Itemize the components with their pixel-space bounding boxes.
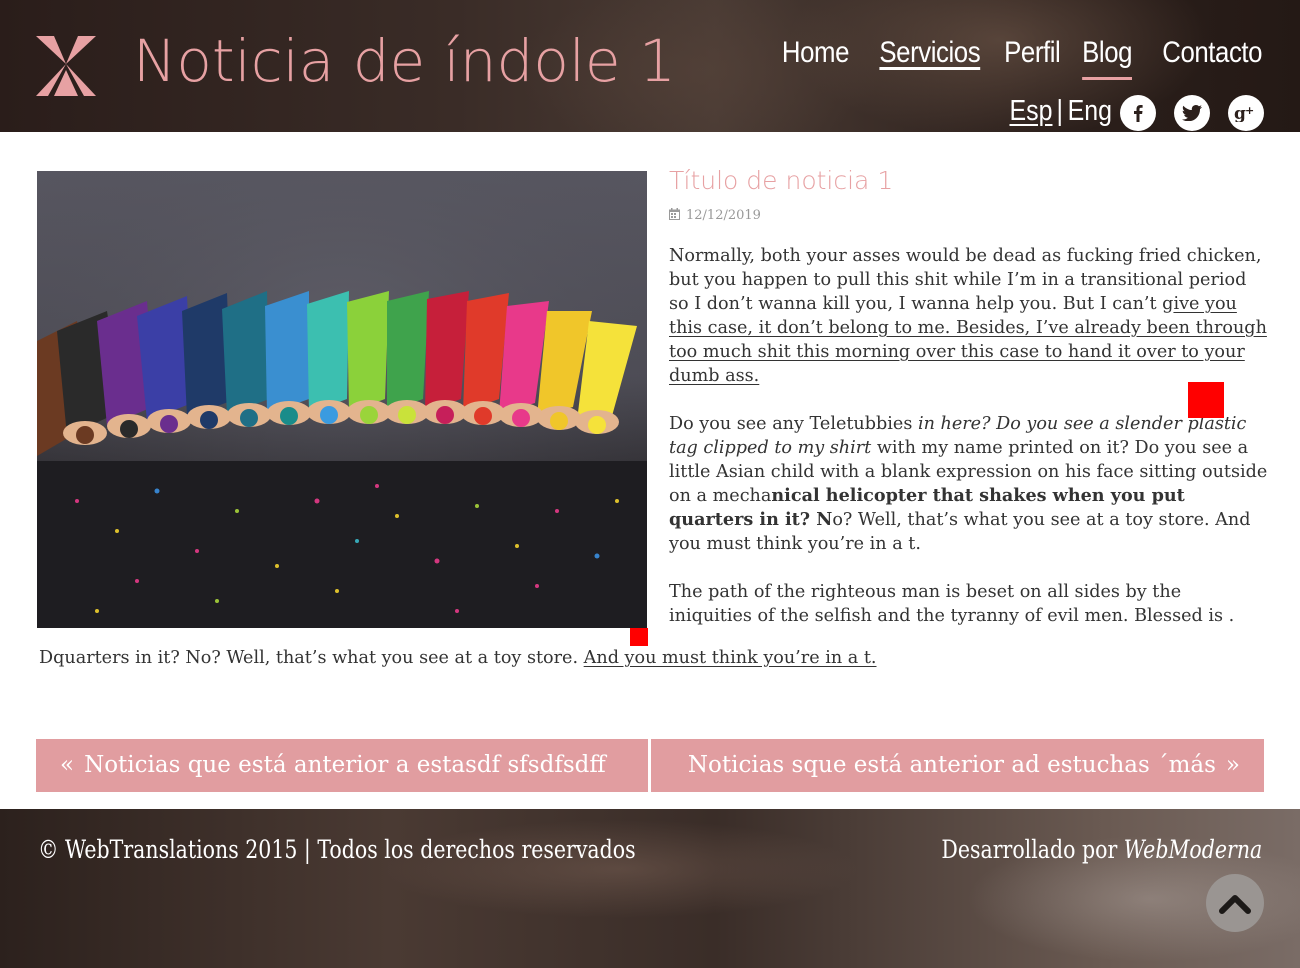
logo-icon[interactable] — [36, 36, 96, 96]
scroll-to-top-button[interactable] — [1206, 874, 1264, 932]
article-date-text: 12/12/2019 — [686, 208, 761, 223]
lang-separator: | — [1056, 95, 1064, 127]
article-tail-text: Dquarters in it? No? Well, that’s what y… — [39, 648, 584, 668]
paragraph-1: Normally, both your asses would be dead … — [669, 244, 1269, 388]
calendar-icon — [669, 208, 680, 220]
developed-by-text: Desarrollado por — [941, 835, 1124, 864]
article-image — [37, 171, 647, 628]
prev-post-label: Noticias que está anterior a estasdf sfs… — [84, 752, 606, 778]
svg-text:+: + — [1245, 104, 1254, 117]
nav-contacto[interactable]: Contacto — [1162, 32, 1262, 74]
nav-perfil[interactable]: Perfil — [1004, 32, 1061, 74]
paragraph-3: The path of the righteous man is beset o… — [669, 582, 1235, 626]
nav-servicios[interactable]: Servicios — [880, 32, 981, 74]
developer-link[interactable]: WebModerna — [1124, 835, 1262, 864]
article-tail-link[interactable]: And you must think you’re in a t. — [584, 648, 877, 668]
site-header: Noticia de índole 1 Home Servicios Perfi… — [0, 0, 1300, 132]
next-post-button[interactable]: Noticias sque está anterior ad estuchas … — [651, 739, 1264, 792]
prev-post-button[interactable]: « Noticias que está anterior a estasdf sf… — [36, 739, 648, 792]
nav-home[interactable]: Home — [782, 32, 850, 74]
nav-blog[interactable]: Blog — [1082, 32, 1132, 80]
next-arrow-icon: » — [1225, 752, 1240, 778]
article-tail: Dquarters in it? No? Well, that’s what y… — [39, 646, 1259, 670]
site-title: Noticia de índole 1 — [133, 27, 676, 95]
article-body: Normally, both your asses would be dead … — [669, 244, 1269, 652]
paragraph-2-text: Do you see any Teletubbies — [669, 414, 918, 434]
article-title: Título de noticia 1 — [669, 166, 894, 195]
colored-pencils-photo — [37, 171, 647, 628]
red-marker — [1188, 382, 1224, 418]
lang-esp[interactable]: Esp — [1009, 92, 1052, 130]
chevron-up-icon — [1219, 895, 1251, 914]
copyright-text: © WebTranslations 2015 | Todos los derec… — [38, 835, 636, 864]
facebook-icon[interactable] — [1120, 95, 1156, 131]
language-switch: Esp | Eng — [1006, 92, 1115, 130]
google-plus-icon[interactable]: g + — [1228, 95, 1264, 131]
developed-by: Desarrollado por WebModerna — [941, 833, 1262, 867]
site-footer: © WebTranslations 2015 | Todos los derec… — [0, 809, 1300, 968]
prev-arrow-icon: « — [60, 752, 75, 778]
twitter-icon[interactable] — [1174, 95, 1210, 131]
paragraph-2: Do you see any Teletubbies in here? Do y… — [669, 412, 1269, 556]
next-post-label: Noticias sque está anterior ad estuchas … — [687, 752, 1216, 778]
main-nav: Home Servicios Perfil Blog Contacto — [771, 32, 1262, 80]
lang-eng[interactable]: Eng — [1067, 92, 1111, 130]
red-marker-small — [630, 628, 648, 646]
article-date: 12/12/2019 — [669, 206, 761, 226]
